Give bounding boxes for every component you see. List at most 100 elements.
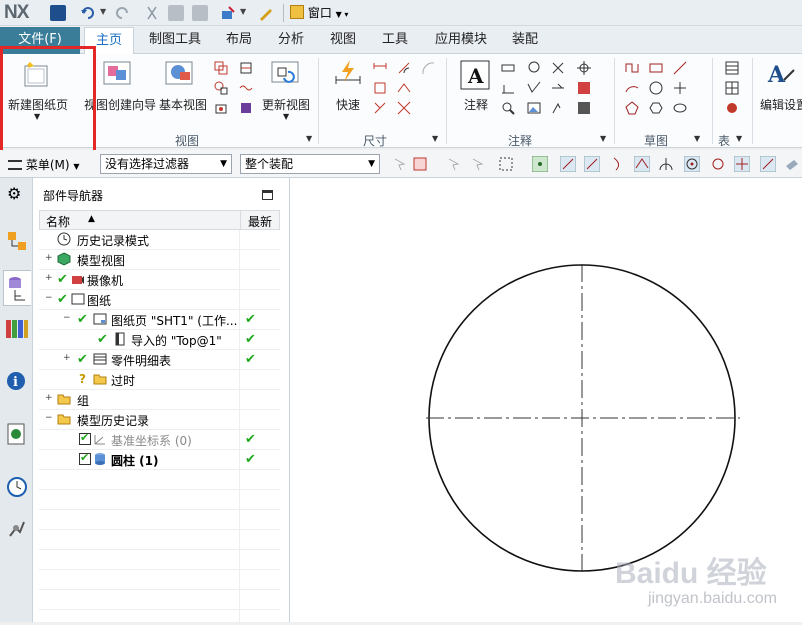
collapse-icon[interactable]: − xyxy=(45,413,53,423)
group-table-dropdown-icon[interactable]: ▼ xyxy=(736,134,742,143)
snap-center-icon[interactable] xyxy=(683,155,701,173)
view-wizard-icon[interactable] xyxy=(102,58,134,91)
part-navigator-tab[interactable] xyxy=(3,270,31,306)
web-browser-icon[interactable] xyxy=(6,422,28,449)
section-view-icon[interactable] xyxy=(238,60,254,76)
history-icon[interactable] xyxy=(6,476,28,501)
tree-row-sheet[interactable]: − ✔ 图纸页 "SHT1" (工作... ✔ xyxy=(39,310,280,330)
rectangle-select-icon[interactable] xyxy=(498,156,514,172)
column-latest-header[interactable]: 最新 xyxy=(248,213,272,230)
expand-icon[interactable]: + xyxy=(45,273,53,283)
tree-row-model-views[interactable]: + 模型视图 xyxy=(39,250,280,270)
arc-length-icon[interactable] xyxy=(420,60,436,76)
tab-view[interactable]: 视图 xyxy=(322,27,364,54)
collapse-icon[interactable]: − xyxy=(63,313,71,323)
tree-row-history-mode[interactable]: 历史记录模式 xyxy=(39,230,280,250)
tree-row-obsolete[interactable]: ? 过时 xyxy=(39,370,280,390)
linear-dimension-icon[interactable] xyxy=(372,60,388,76)
base-view-icon[interactable] xyxy=(164,58,196,91)
tab-tools[interactable]: 工具 xyxy=(374,27,416,54)
ellipse-icon[interactable] xyxy=(672,100,688,116)
projected-view-icon[interactable] xyxy=(213,60,229,76)
group-sketch-dropdown-icon[interactable]: ▼ xyxy=(694,134,700,143)
snap-existing-point-icon[interactable] xyxy=(733,155,751,173)
break-view-icon[interactable] xyxy=(238,80,254,96)
snap-midpoint-icon[interactable] xyxy=(583,155,601,173)
menu-button[interactable]: 菜单(M) ▼ xyxy=(8,156,80,173)
tools-icon[interactable] xyxy=(220,5,236,21)
snap-quadrant-icon[interactable] xyxy=(710,156,726,172)
group-dimension-dropdown-icon[interactable]: ▼ xyxy=(432,134,438,143)
tab-drafting-tools[interactable]: 制图工具 xyxy=(140,27,210,54)
tools-dropdown-icon[interactable]: ▼ xyxy=(240,7,246,16)
symbol-icon[interactable] xyxy=(550,100,566,116)
select-all-icon[interactable] xyxy=(392,156,408,172)
edit-settings-icon[interactable]: A xyxy=(766,60,796,91)
redo-icon[interactable] xyxy=(114,5,130,21)
save-icon[interactable] xyxy=(50,5,66,21)
point-icon[interactable] xyxy=(672,80,688,96)
window-menu[interactable]: 窗口 ▼ ▾ xyxy=(290,4,348,21)
note-label[interactable]: 注释 xyxy=(464,96,488,113)
group-annotation-dropdown-icon[interactable]: ▼ xyxy=(600,134,606,143)
copy-icon[interactable] xyxy=(168,5,184,21)
tab-layout[interactable]: 布局 xyxy=(218,27,260,54)
snap-intersection-icon[interactable] xyxy=(633,155,651,173)
system-scene-icon[interactable] xyxy=(6,518,28,543)
weld-symbol-icon[interactable] xyxy=(550,80,566,96)
select-body-icon[interactable] xyxy=(446,156,462,172)
region-fill-icon[interactable] xyxy=(576,100,592,116)
tree-row-parts-list[interactable]: + ✔ 零件明细表 ✔ xyxy=(39,350,280,370)
line-icon[interactable] xyxy=(672,60,688,76)
snap-on-curve-icon[interactable] xyxy=(759,155,777,173)
surface-finish-icon[interactable] xyxy=(526,80,542,96)
snap-control-icon[interactable] xyxy=(610,156,626,172)
half-section-icon[interactable] xyxy=(238,100,254,116)
update-view-icon[interactable] xyxy=(270,58,302,91)
selection-scope-select[interactable]: 整个装配 ▼ xyxy=(240,154,380,174)
snap-endpoint-icon[interactable] xyxy=(559,155,577,173)
tree-row-imported-view[interactable]: ✔ 导入的 "Top@1" ✔ xyxy=(39,330,280,350)
image-icon[interactable] xyxy=(526,100,542,116)
checkbox[interactable]: ✔ xyxy=(79,431,91,445)
tree-row-model-history[interactable]: − 模型历史记录 xyxy=(39,410,280,430)
profile-icon[interactable] xyxy=(624,60,640,76)
hexagon-icon[interactable] xyxy=(648,100,664,116)
expand-icon[interactable]: + xyxy=(63,353,71,363)
tab-applications[interactable]: 应用模块 xyxy=(426,27,496,54)
datum-feature-icon[interactable] xyxy=(500,80,516,96)
assembly-navigator-icon[interactable] xyxy=(6,230,28,257)
sort-ascending-icon[interactable]: ▲ xyxy=(88,214,95,224)
edit-settings-label[interactable]: 编辑设置 xyxy=(760,96,802,113)
tree-row-datum-csys[interactable]: ✔ 基准坐标系 (0) ✔ xyxy=(39,430,280,450)
radial-dimension-icon[interactable] xyxy=(396,60,412,76)
maximize-icon[interactable] xyxy=(262,190,273,200)
update-view-dropdown-icon[interactable]: ▼ xyxy=(283,112,289,121)
expand-icon[interactable]: + xyxy=(45,393,53,403)
column-name-header[interactable]: 名称 xyxy=(46,213,70,230)
chamfer-dimension-icon[interactable] xyxy=(396,80,412,96)
base-view-label[interactable]: 基本视图 xyxy=(159,96,207,113)
coordinate-dimension-icon[interactable] xyxy=(396,100,412,116)
table-settings-icon[interactable] xyxy=(724,100,740,116)
feature-control-icon[interactable] xyxy=(500,60,516,76)
thickness-dimension-icon[interactable] xyxy=(372,100,388,116)
arc-icon[interactable] xyxy=(624,80,640,96)
expand-icon[interactable]: + xyxy=(45,253,53,263)
polygon-icon[interactable] xyxy=(624,100,640,116)
type-filter-select[interactable]: 没有选择过滤器 ▼ xyxy=(100,154,232,174)
note-icon[interactable]: A xyxy=(460,60,490,93)
undo-dropdown-icon[interactable]: ▼ xyxy=(100,7,106,16)
auxiliary-view-icon[interactable] xyxy=(213,100,229,116)
gear-icon[interactable]: ⚙ xyxy=(7,184,21,203)
update-view-label[interactable]: 更新视图 xyxy=(262,96,310,113)
hatch-icon[interactable] xyxy=(576,80,592,96)
tree-row-cylinder[interactable]: ✔ 圆柱 (1) ✔ xyxy=(39,450,280,470)
detail-view-icon[interactable] xyxy=(213,80,229,96)
rectangle-icon[interactable] xyxy=(648,60,664,76)
paste-icon[interactable] xyxy=(192,5,208,21)
group-view-dropdown-icon[interactable]: ▼ xyxy=(306,134,312,143)
snap-on-surface-icon[interactable] xyxy=(784,156,800,172)
tab-analysis[interactable]: 分析 xyxy=(270,27,312,54)
pen-icon[interactable] xyxy=(258,5,274,21)
